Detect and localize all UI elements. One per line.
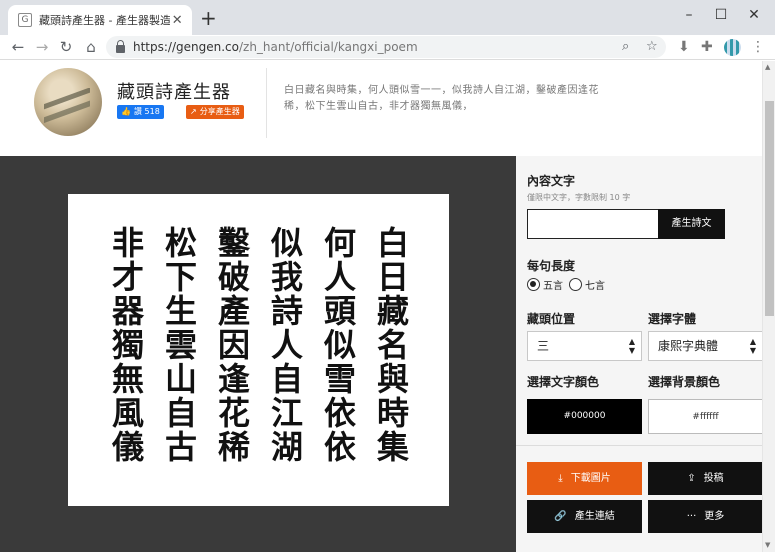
browser-tab[interactable]: G 藏頭詩產生器 - 產生器製造機⚡ ✕	[8, 5, 192, 35]
panel-divider	[516, 445, 762, 446]
position-label: 藏頭位置	[527, 312, 576, 326]
share-label: 分享產生器	[199, 107, 240, 116]
font-value: 康熙字典體	[658, 339, 719, 353]
poem-line: 非才器獨無風儀	[107, 226, 145, 464]
address-bar: ← → ↻ ⌂ https://gengen.co/zh_hant/offici…	[0, 35, 775, 60]
bookmark-star-icon[interactable]: ☆	[646, 36, 658, 58]
length-option-seven: 七言	[585, 281, 605, 292]
submit-label: 投稿	[703, 473, 724, 484]
generate-poem-button[interactable]: 產生詩文	[658, 209, 725, 239]
like-label: 讚 518	[133, 107, 160, 116]
select-arrows-icon: ▲ ▼	[749, 337, 756, 355]
submit-button[interactable]: ⇪ 投稿	[648, 462, 763, 495]
download-ext-icon[interactable]: ⬇	[678, 38, 690, 56]
content-hint: 僅限中文字，字數限制 10 字	[527, 193, 631, 202]
tab-title: 藏頭詩產生器 - 產生器製造機⚡	[39, 14, 171, 27]
page-scrollbar[interactable]: ▲ ▼	[762, 61, 775, 552]
content-label: 內容文字	[527, 174, 576, 188]
bg-color-label: 選擇背景顏色	[648, 375, 721, 389]
upload-icon: ⇪	[687, 473, 696, 484]
length-radio-seven[interactable]	[569, 278, 582, 291]
length-option-five: 五言	[543, 281, 563, 292]
back-icon[interactable]: ←	[9, 36, 27, 58]
more-button[interactable]: ··· 更多	[648, 500, 763, 533]
share-icon: ↗	[190, 107, 197, 116]
url-field[interactable]: https://gengen.co/zh_hant/official/kangx…	[106, 36, 666, 58]
more-label: 更多	[704, 511, 725, 522]
site-avatar	[34, 68, 102, 136]
bg-color-swatch[interactable]: #ffffff	[648, 399, 763, 434]
favicon-icon: G	[18, 13, 32, 27]
reload-icon[interactable]: ↻	[57, 36, 75, 58]
length-radio-group: 五言 七言	[527, 277, 605, 292]
close-window-icon[interactable]: ✕	[743, 4, 765, 26]
position-select[interactable]: 三 ▲ ▼	[527, 331, 642, 361]
menu-kebab-icon[interactable]: ⋮	[751, 38, 765, 56]
link-icon: 🔗	[554, 511, 567, 522]
poem-line: 鑿破產因逢花稀	[213, 226, 251, 464]
font-select[interactable]: 康熙字典體 ▲ ▼	[648, 331, 763, 361]
preview-area: 白日藏名與時集 何人頭似雪依依 似我詩人自江湖 鑿破產因逢花稀 松下生雲山自古 非才器獨無…	[0, 156, 516, 552]
page-title: 藏頭詩產生器	[117, 82, 231, 103]
link-label: 產生連結	[574, 511, 615, 522]
scroll-thumb[interactable]	[765, 101, 774, 316]
position-value: 三	[537, 339, 550, 353]
share-generator-button[interactable]: ↗ 分享產生器	[186, 105, 244, 119]
poem-columns: 白日藏名與時集 何人頭似雪依依 似我詩人自江湖 鑿破產因逢花稀 松下生雲山自古 非才器獨無…	[68, 194, 449, 506]
new-tab-icon[interactable]: +	[200, 8, 217, 28]
poem-line: 松下生雲山自古	[160, 226, 198, 464]
generate-link-button[interactable]: 🔗 產生連結	[527, 500, 642, 533]
length-radio-five[interactable]	[527, 278, 540, 291]
text-color-label: 選擇文字顏色	[527, 375, 600, 389]
more-dots-icon: ···	[686, 511, 697, 522]
text-color-swatch[interactable]: #000000	[527, 399, 642, 434]
zoom-icon[interactable]: ⌕	[622, 36, 629, 58]
lock-icon	[116, 39, 125, 53]
minimize-icon[interactable]: –	[678, 4, 700, 26]
url-host: https://gengen.co	[133, 40, 239, 54]
page-description: 白日藏名與時集，何人頭似雪一一，似我詩人自江湖，鑿破產因逢花稀，松下生雲山自古，…	[284, 85, 599, 112]
download-label: 下載圖片	[570, 473, 611, 484]
scroll-down-icon[interactable]: ▼	[765, 541, 770, 549]
poem-line: 何人頭似雪依依	[319, 226, 357, 464]
font-label: 選擇字體	[648, 312, 697, 326]
url-path: /zh_hant/official/kangxi_poem	[238, 40, 418, 54]
facebook-like-button[interactable]: 👍 讚 518	[117, 105, 164, 119]
download-icon: ⤓	[558, 473, 563, 484]
poem-line: 白日藏名與時集	[372, 226, 410, 464]
browser-tab-bar: G 藏頭詩產生器 - 產生器製造機⚡ ✕ + – ☐ ✕	[0, 0, 775, 35]
poem-image: 白日藏名與時集 何人頭似雪依依 似我詩人自江湖 鑿破產因逢花稀 松下生雲山自古 非才器獨無…	[68, 194, 449, 506]
select-arrows-icon: ▲ ▼	[628, 337, 635, 355]
site-header: 藏頭詩產生器 👍 讚 518 ↗ 分享產生器 白日藏名與時集，何人頭似雪一一，似…	[0, 61, 762, 156]
home-icon[interactable]: ⌂	[82, 36, 100, 58]
length-label: 每句長度	[527, 259, 576, 273]
header-divider	[266, 68, 267, 138]
maximize-icon[interactable]: ☐	[710, 4, 732, 26]
download-image-button[interactable]: ⤓ 下載圖片	[527, 462, 642, 495]
scroll-up-icon[interactable]: ▲	[765, 63, 770, 71]
extensions-icon[interactable]: ✚	[701, 38, 713, 56]
poem-line: 似我詩人自江湖	[266, 226, 304, 464]
settings-panel: 內容文字 僅限中文字，字數限制 10 字 產生詩文 每句長度 五言 七言 藏頭位…	[516, 156, 763, 552]
forward-icon[interactable]: →	[33, 36, 51, 58]
thumbs-up-icon: 👍	[121, 107, 131, 116]
content-input[interactable]	[527, 209, 658, 239]
profile-avatar-icon[interactable]	[724, 39, 741, 56]
close-tab-icon[interactable]: ✕	[170, 13, 184, 28]
